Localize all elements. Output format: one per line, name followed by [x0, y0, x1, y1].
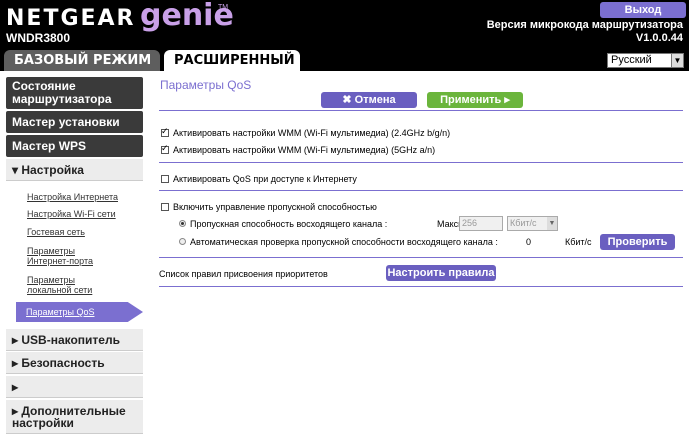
tab-basic[interactable]: БАЗОВЫЙ РЕЖИМ	[4, 50, 160, 71]
sidebar-item-qos-active[interactable]: Параметры QoS	[16, 302, 143, 322]
check-button[interactable]: Проверить	[600, 234, 675, 250]
wmm-5ghz-row: Активировать настройки WMM (Wi-Fi мульти…	[161, 143, 436, 156]
router-model: WNDR3800	[6, 31, 71, 45]
sidebar: Состояние маршрутизатора Мастер установк…	[0, 71, 157, 438]
uplink-radio[interactable]	[179, 220, 186, 227]
sidebar-item-wizard[interactable]: Мастер установки	[6, 111, 143, 133]
bandwidth-control-checkbox[interactable]	[161, 203, 169, 211]
sidebar-section-settings[interactable]: ▾ Настройка	[6, 159, 143, 181]
header: NETGEAR genie TM WNDR3800 Выход Версия м…	[0, 0, 689, 50]
priority-rules-label: Список правил присвоения приоритетов	[159, 269, 328, 279]
tab-bar: БАЗОВЫЙ РЕЖИМ РАСШИРЕННЫЙ Русский ▼	[0, 50, 689, 71]
sidebar-item-qos[interactable]: Параметры QoS	[26, 307, 94, 317]
autocheck-label: Автоматическая проверка пропускной спосо…	[190, 237, 498, 247]
sidebar-section-admin[interactable]: ▸ Администрирование	[6, 376, 143, 416]
qos-internet-checkbox[interactable]	[161, 175, 169, 183]
sidebar-item-internet[interactable]: Настройка Интернета	[27, 192, 118, 202]
wmm-24ghz-label: Активировать настройки WMM (Wi-Fi мульти…	[173, 128, 451, 138]
setup-rules-button[interactable]: Настроить правила	[386, 265, 496, 281]
divider	[159, 162, 683, 163]
divider	[159, 190, 683, 191]
wmm-5ghz-checkbox[interactable]	[161, 143, 169, 154]
wmm-24ghz-row: Активировать настройки WMM (Wi-Fi мульти…	[161, 126, 451, 139]
autocheck-value: 0	[526, 237, 532, 247]
bandwidth-control-label: Включить управление пропускной способнос…	[173, 202, 377, 212]
uplink-label: Пропускная способность восходящего канал…	[190, 219, 388, 229]
max-bandwidth-input[interactable]: 256	[459, 216, 503, 231]
firmware-version: V1.0.0.44	[635, 32, 683, 44]
trademark-mark: TM	[218, 4, 229, 11]
divider	[159, 110, 683, 111]
language-value: Русский	[611, 54, 652, 66]
chevron-down-icon: ▼	[547, 217, 557, 230]
qos-internet-label: Активировать QoS при доступе к Интернету	[173, 174, 357, 184]
sidebar-section-usb[interactable]: ▸ USB-накопитель	[6, 329, 143, 351]
cancel-button[interactable]: ✖ Отмена	[321, 92, 417, 108]
sidebar-item-wifi[interactable]: Настройка Wi-Fi сети	[27, 209, 116, 219]
bandwidth-control-row: Включить управление пропускной способнос…	[161, 202, 377, 213]
autocheck-row: Автоматическая проверка пропускной спосо…	[179, 237, 498, 248]
autocheck-unit: Кбит/с	[565, 237, 592, 247]
uplink-row: Пропускная способность восходящего канал…	[179, 219, 387, 230]
logout-button[interactable]: Выход	[600, 2, 686, 18]
sidebar-section-security[interactable]: ▸ Безопасность	[6, 352, 143, 374]
sidebar-item-status[interactable]: Состояние маршрутизатора	[6, 77, 143, 109]
wmm-5ghz-label: Активировать настройки WMM (Wi-Fi мульти…	[173, 145, 436, 155]
firmware-label: Версия микрокода маршрутизатора	[486, 19, 683, 31]
page-title: Параметры QoS	[160, 78, 252, 92]
sidebar-item-guest[interactable]: Гостевая сеть	[27, 227, 85, 237]
unit-select[interactable]: Кбит/с ▼	[507, 216, 558, 231]
wmm-24ghz-checkbox[interactable]	[161, 126, 169, 137]
autocheck-radio[interactable]	[179, 238, 186, 245]
unit-value: Кбит/с	[510, 218, 537, 228]
tab-advanced[interactable]: РАСШИРЕННЫЙ	[164, 50, 300, 71]
sidebar-item-lan[interactable]: Параметры локальной сети	[27, 275, 107, 295]
qos-internet-row: Активировать QoS при доступе к Интернету	[161, 174, 357, 185]
main-panel: Параметры QoS ✖ Отмена Применить ▸ Актив…	[157, 71, 689, 438]
language-select[interactable]: Русский ▼	[607, 53, 684, 68]
divider	[159, 286, 683, 287]
divider	[159, 257, 683, 258]
sidebar-section-advanced-settings[interactable]: ▸ Дополнительные настройки	[6, 400, 143, 434]
netgear-logo: NETGEAR	[6, 6, 136, 31]
sidebar-item-internet-port[interactable]: Параметры Интернет-порта	[27, 246, 107, 266]
apply-button[interactable]: Применить ▸	[427, 92, 523, 108]
sidebar-item-wps[interactable]: Мастер WPS	[6, 135, 143, 157]
chevron-down-icon: ▼	[671, 54, 683, 67]
